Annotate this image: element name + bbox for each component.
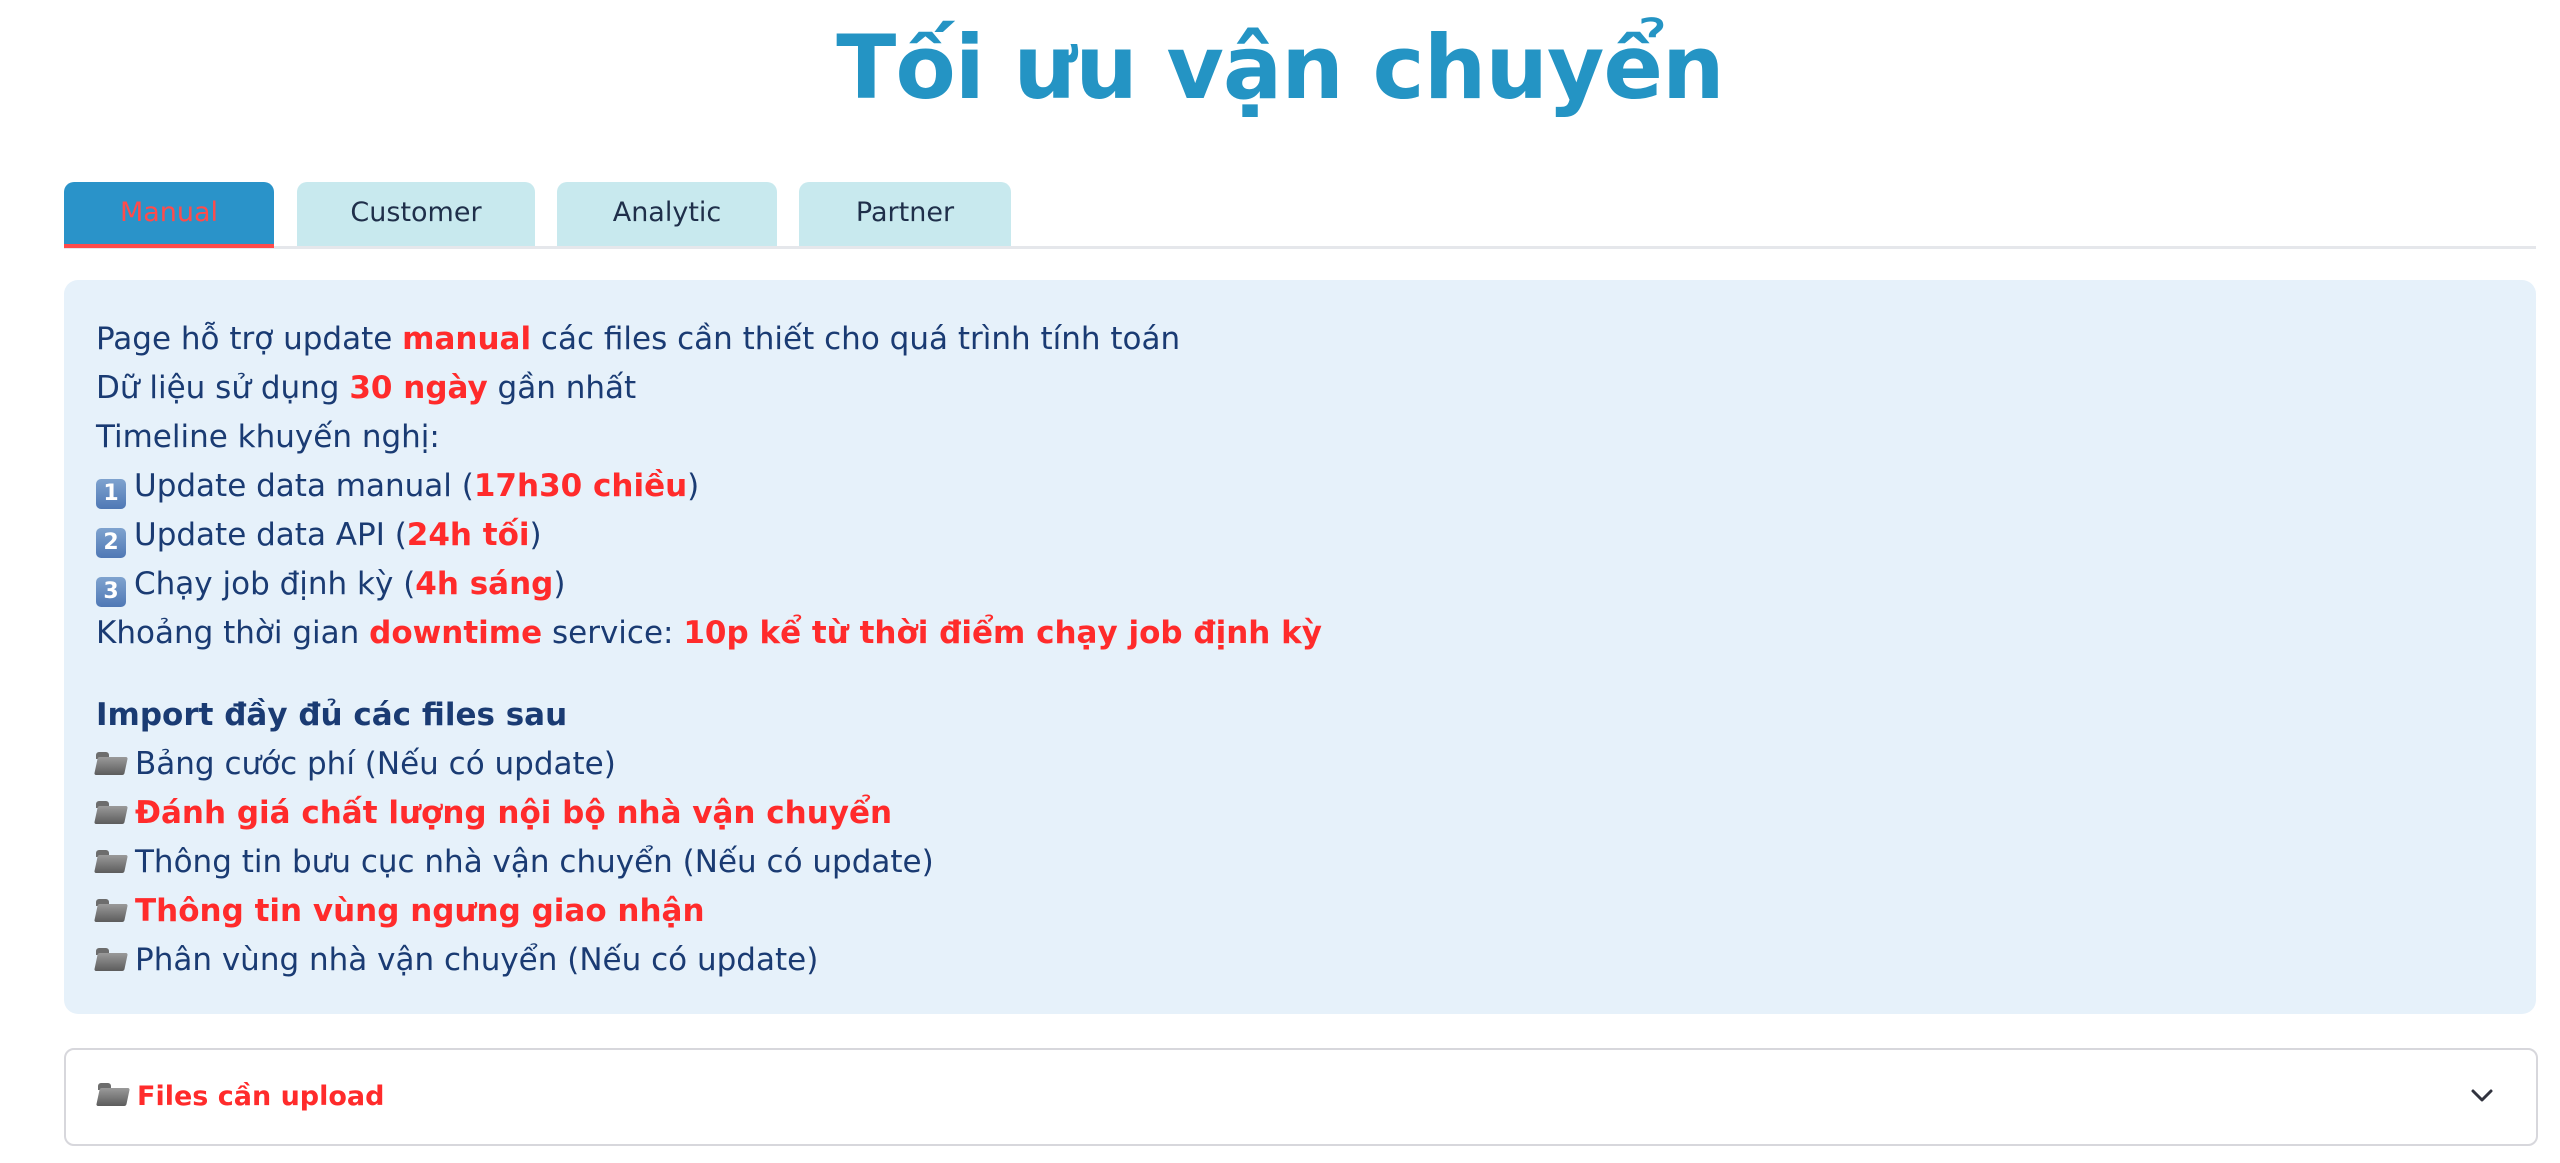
text: ) (529, 517, 542, 553)
file-list-item: Phân vùng nhà vận chuyển (Nếu có update) (96, 936, 818, 985)
tab-manual[interactable]: Manual (64, 182, 274, 248)
text: ) (553, 566, 566, 602)
keycap-number-icon: 3 (96, 577, 126, 607)
file-list-item: Thông tin bưu cục nhà vận chuyển (Nếu có… (96, 838, 934, 887)
app-page: Tối ưu vận chuyển Manual Customer Analyt… (0, 0, 2560, 1163)
highlight-text: manual (402, 321, 532, 357)
tab-customer[interactable]: Customer (297, 182, 535, 246)
highlight-text: 24h tối (406, 517, 530, 553)
folder-icon (96, 946, 126, 972)
keycap-number-icon: 2 (96, 528, 126, 558)
keycap-number-icon: 1 (96, 479, 126, 509)
folder-icon (96, 897, 126, 923)
import-heading: Import đầy đủ các files sau (96, 697, 568, 733)
highlight-text: 30 ngày (349, 370, 488, 406)
file-list-item: Bảng cước phí (Nếu có update) (96, 740, 616, 789)
info-line-timeline: Timeline khuyến nghị: (96, 419, 440, 455)
file-list-item: Thông tin vùng ngưng giao nhận (96, 887, 705, 936)
file-label: Thông tin bưu cục nhà vận chuyển (Nếu có… (135, 844, 934, 880)
page-title: Tối ưu vận chuyển (836, 16, 1724, 119)
text: Chạy job định kỳ ( (134, 566, 416, 602)
expander-label: Files cần upload (98, 1072, 384, 1122)
expander-title: Files cần upload (137, 1081, 385, 1112)
text: ) (687, 468, 700, 504)
text: Dữ liệu sử dụng (96, 370, 350, 406)
timeline-step: 1 Update data manual (17h30 chiều) (96, 462, 699, 511)
text: Page hỗ trợ update (96, 321, 403, 357)
info-line-downtime: Khoảng thời gian downtime service: 10p k… (96, 609, 1322, 658)
text: Update data API ( (134, 517, 407, 553)
tab-partner[interactable]: Partner (799, 182, 1011, 246)
folder-icon (98, 1081, 128, 1107)
tab-bar: Manual Customer Analytic Partner (64, 182, 2536, 249)
text: các files cần thiết cho quá trình tính t… (531, 321, 1181, 357)
folder-icon (96, 799, 126, 825)
highlight-text: 10p kể từ thời điểm chạy job định kỳ (683, 615, 1322, 651)
file-label: Phân vùng nhà vận chuyển (Nếu có update) (135, 942, 819, 978)
folder-icon (96, 848, 126, 874)
info-line-data-range: Dữ liệu sử dụng 30 ngày gần nhất (96, 364, 636, 413)
text: Khoảng thời gian (96, 615, 370, 651)
files-upload-expander[interactable]: Files cần upload (64, 1048, 2538, 1146)
file-label: Bảng cước phí (Nếu có update) (135, 746, 616, 782)
text: service: (542, 615, 684, 651)
highlight-text: 4h sáng (415, 566, 554, 602)
chevron-down-icon[interactable] (2466, 1080, 2498, 1112)
tab-analytic[interactable]: Analytic (557, 182, 777, 246)
file-label: Đánh giá chất lượng nội bộ nhà vận chuyể… (135, 795, 893, 831)
highlight-text: 17h30 chiều (473, 468, 688, 504)
info-panel: Page hỗ trợ update manual các files cần … (64, 280, 2536, 1014)
folder-icon (96, 750, 126, 776)
file-list-item: Đánh giá chất lượng nội bộ nhà vận chuyể… (96, 789, 892, 838)
timeline-step: 3 Chạy job định kỳ (4h sáng) (96, 560, 565, 609)
file-label: Thông tin vùng ngưng giao nhận (135, 893, 705, 929)
highlight-text: downtime (369, 615, 543, 651)
info-line-purpose: Page hỗ trợ update manual các files cần … (96, 315, 1180, 364)
timeline-step: 2 Update data API (24h tối) (96, 511, 542, 560)
text: Update data manual ( (134, 468, 474, 504)
text: gần nhất (487, 370, 637, 406)
